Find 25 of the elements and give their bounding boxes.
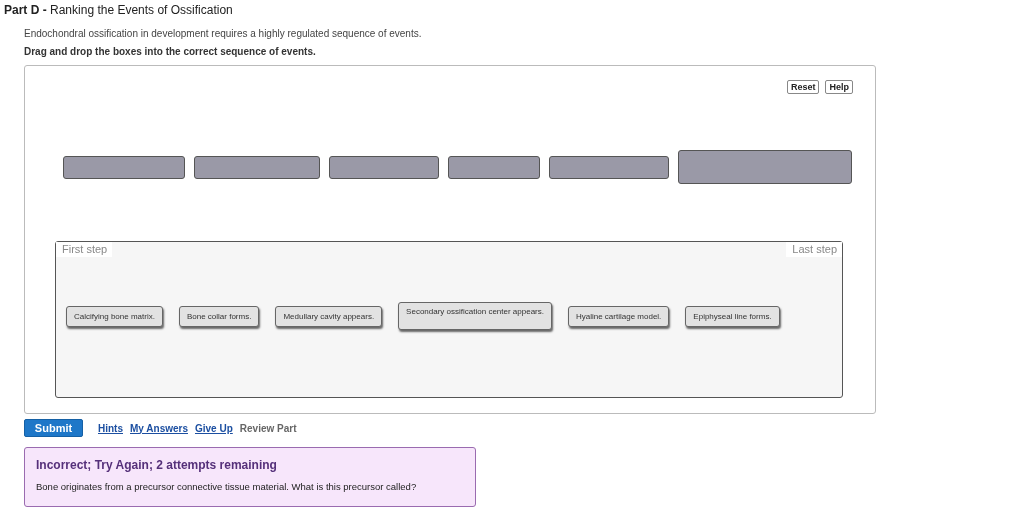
action-link[interactable]: My Answers	[130, 422, 188, 434]
intro-text: Endochondral ossification in development requires a highly regulated sequence of events.	[24, 28, 423, 39]
feedback-title: Incorrect; Try Again; 2 attempts remaining	[36, 458, 278, 472]
tool-button[interactable]: Reset	[786, 80, 820, 94]
drop-slot[interactable]	[448, 155, 540, 179]
tool-button[interactable]: Help	[825, 80, 853, 94]
action-link[interactable]: Hints	[98, 422, 123, 434]
part-title: Part D - Ranking the Events of Ossification	[4, 3, 233, 17]
drop-slot[interactable]	[194, 155, 320, 179]
review-part-text: Review Part	[239, 422, 297, 434]
draggable-item[interactable]: Secondary ossification center appears.	[398, 302, 552, 330]
drop-slot[interactable]	[63, 155, 185, 179]
instruction-text: Drag and drop the boxes into the correct sequence of events.	[24, 46, 317, 57]
feedback-message: Bone originates from a precursor connective tissue material. What is this precursor called?	[36, 481, 418, 492]
draggable-item[interactable]: Bone collar forms.	[178, 305, 260, 327]
draggable-item[interactable]: Medullary cavity appears.	[275, 305, 383, 327]
draggable-item[interactable]: Epiphyseal line forms.	[685, 305, 780, 327]
draggable-item[interactable]: Hyaline cartilage model.	[567, 305, 670, 327]
last-step-label: Last step	[786, 242, 842, 257]
drop-slot[interactable]	[329, 155, 439, 179]
submit-button[interactable]: Submit	[24, 419, 83, 437]
draggable-item[interactable]: Calcifying bone matrix.	[66, 305, 163, 327]
drop-slot[interactable]	[549, 155, 669, 179]
first-step-label: First step	[56, 242, 113, 257]
action-link[interactable]: Give Up	[195, 422, 233, 434]
